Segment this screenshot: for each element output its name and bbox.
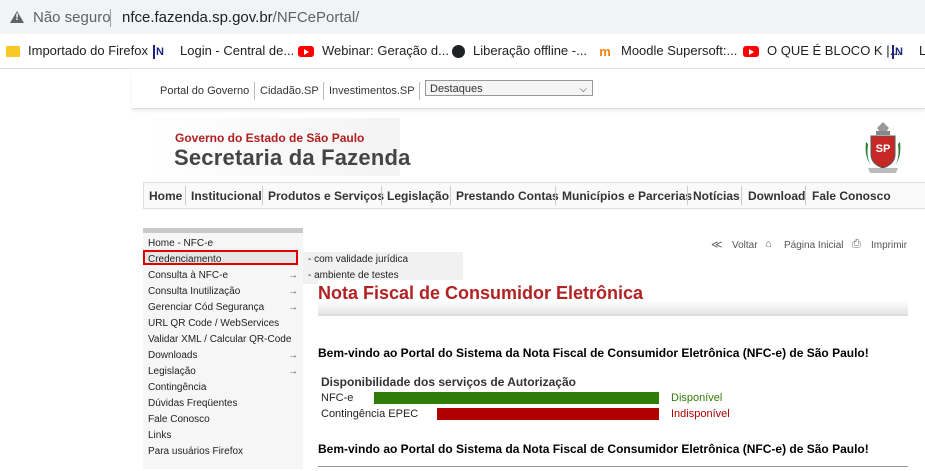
service-label-epec: Contingência EPEC — [321, 408, 419, 420]
bookmark-lo[interactable]: N Lo — [892, 43, 925, 59]
bookmark-label: Webinar: Geração d... — [322, 43, 449, 58]
divider — [262, 186, 263, 205]
divider — [687, 186, 688, 205]
sidebar-item-12[interactable]: Links — [148, 430, 171, 441]
divider — [805, 186, 806, 205]
bookmark-label: Login - Central de... — [180, 43, 295, 58]
arrow-right-icon: → — [288, 286, 298, 297]
menu-prestando-contas[interactable]: Prestando Contas — [456, 189, 559, 203]
arrow-right-icon: → — [288, 302, 298, 313]
bookmark-label: Importado do Firefox — [28, 43, 148, 58]
address-bar: Não seguro nfce.fazenda.sp.gov.br/NFCePo… — [0, 0, 925, 34]
destaques-selected-value: Destaques — [430, 83, 483, 95]
sidebar-item-8[interactable]: Legislação — [148, 366, 196, 377]
status-bar-epec — [437, 408, 659, 420]
arrow-right-icon: → — [288, 270, 298, 281]
page-title: Nota Fiscal de Consumidor Eletrônica — [318, 283, 644, 303]
seal-text: SP — [876, 143, 891, 155]
divider — [419, 82, 420, 100]
bookmark-bloco-k[interactable]: O QUE É BLOCO K |... — [743, 43, 900, 58]
sidebar-item-1[interactable]: Credenciamento — [148, 254, 221, 265]
sidebar-item-11[interactable]: Fale Conosco — [148, 414, 210, 425]
menu-download[interactable]: Download — [748, 189, 805, 203]
menu-noticias[interactable]: Notícias — [693, 189, 740, 203]
sp-seal-icon: SP — [865, 122, 901, 173]
bookmark-label: Liberação offline -... — [473, 43, 587, 58]
divider — [555, 186, 556, 205]
welcome-text: Bem-vindo ao Portal do Sistema da Nota F… — [318, 346, 869, 360]
url-path: /NFCePortal/ — [272, 9, 360, 26]
menu-municipios-parcerias[interactable]: Municípios e Parcerias — [562, 189, 692, 203]
printer-icon[interactable]: ⎙ — [852, 238, 861, 251]
divider — [741, 186, 742, 205]
service-label-nfce: NFC-e — [321, 392, 354, 404]
sidebar-item-10[interactable]: Dúvidas Freqüentes — [148, 398, 238, 409]
link-voltar[interactable]: Voltar — [732, 240, 758, 251]
government-title: Governo do Estado de São Paulo — [175, 131, 365, 145]
address-separator — [110, 9, 111, 27]
bookmark-webinar[interactable]: Webinar: Geração d... — [298, 43, 449, 58]
folder-icon — [6, 46, 20, 58]
bookmark-label: Moodle Supersoft:... — [621, 43, 738, 58]
menu-fale-conosco[interactable]: Fale Conosco — [812, 189, 891, 203]
divider — [381, 186, 382, 205]
url-field[interactable]: nfce.fazenda.sp.gov.br/NFCePortal/ — [122, 9, 359, 26]
secretaria-title: Secretaria da Fazenda — [174, 145, 411, 170]
arrow-right-icon: → — [288, 350, 298, 361]
link-investimentos-sp[interactable]: Investimentos.SP — [329, 85, 415, 97]
status-text-epec: Indisponível — [671, 408, 730, 420]
divider — [254, 82, 255, 100]
nfs-icon: N — [892, 44, 911, 59]
divider — [450, 186, 451, 205]
sidebar-item-13[interactable]: Para usuários Firefox — [148, 446, 243, 457]
chevron-down-icon: ⌵ — [579, 84, 587, 95]
link-cidadao-sp[interactable]: Cidadão.SP — [260, 85, 319, 97]
arrow-right-icon: → — [288, 366, 298, 377]
link-imprimir[interactable]: Imprimir — [871, 240, 907, 251]
url-domain: nfce.fazenda.sp.gov.br — [122, 9, 273, 26]
menu-produtos-servicos[interactable]: Produtos e Serviços — [268, 189, 384, 203]
globe-icon — [452, 45, 465, 59]
bookmark-liberacao-offline[interactable]: Liberação offline -... — [452, 43, 587, 59]
link-pagina-inicial[interactable]: Página Inicial — [784, 240, 843, 251]
welcome-text-repeat: Bem-vindo ao Portal do Sistema da Nota F… — [318, 442, 869, 456]
sidebar-item-3[interactable]: Consulta Inutilização — [148, 286, 240, 297]
bookmark-login-central[interactable]: N Login - Central de... — [153, 43, 294, 59]
sidebar-item-9[interactable]: Contingência — [148, 382, 206, 393]
youtube-icon — [743, 46, 759, 58]
bookmark-label: Lo — [919, 43, 925, 58]
link-portal-governo[interactable]: Portal do Governo — [160, 85, 249, 97]
divider — [185, 186, 186, 205]
bookmarks-bar: Importado do Firefox N Login - Central de… — [0, 34, 925, 69]
back-icon[interactable]: ≪ — [711, 238, 723, 251]
sidebar-item-2[interactable]: Consulta à NFC-e — [148, 270, 228, 281]
submenu-com-validade-juridica[interactable]: - com validade jurídica — [308, 254, 408, 265]
sidebar-item-0[interactable]: Home - NFC-e — [148, 238, 213, 249]
content-divider — [318, 466, 908, 467]
menu-institucional[interactable]: Institucional — [191, 189, 262, 203]
bookmark-moodle[interactable]: m Moodle Supersoft:... — [597, 43, 737, 58]
sidebar-item-7[interactable]: Downloads — [148, 350, 197, 361]
sidebar-item-5[interactable]: URL QR Code / WebServices — [148, 318, 279, 329]
destaques-select[interactable]: Destaques ⌵ — [425, 80, 593, 96]
youtube-icon — [298, 46, 314, 58]
nfs-icon: N — [153, 44, 172, 59]
availability-title: Disponibilidade dos serviços de Autoriza… — [321, 375, 576, 389]
menu-home[interactable]: Home — [149, 189, 182, 203]
sidebar-item-6[interactable]: Validar XML / Calcular QR-Code — [148, 334, 291, 345]
bookmark-importado-firefox[interactable]: Importado do Firefox — [6, 43, 148, 58]
moodle-icon: m — [599, 44, 611, 60]
sidebar-item-4[interactable]: Gerenciar Cód Segurança — [148, 302, 264, 313]
home-icon[interactable]: ⌂ — [765, 238, 772, 250]
menu-legislacao[interactable]: Legislação — [387, 189, 449, 203]
main-menu: Home Institucional Produtos e Serviços L… — [143, 182, 925, 209]
warning-icon[interactable] — [10, 11, 24, 23]
divider — [323, 82, 324, 100]
bookmark-label: O QUE É BLOCO K |... — [767, 43, 901, 58]
security-label[interactable]: Não seguro — [33, 9, 111, 26]
status-bar-nfce — [374, 392, 659, 404]
status-text-nfce: Disponível — [671, 392, 723, 404]
